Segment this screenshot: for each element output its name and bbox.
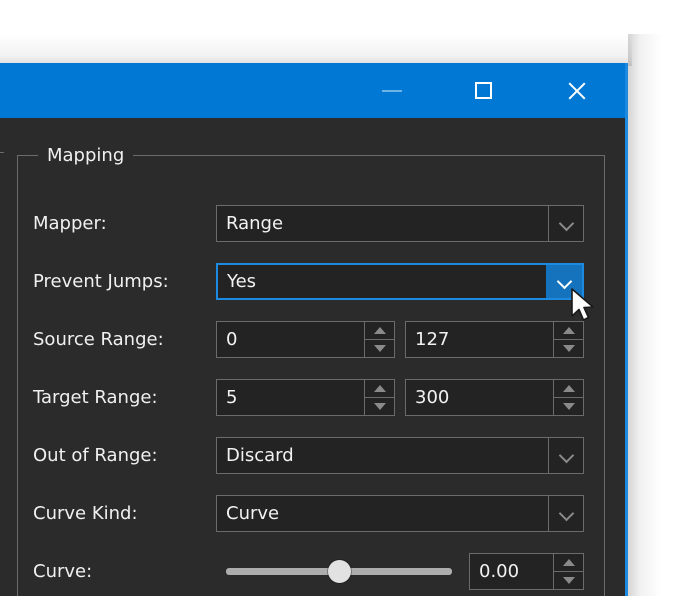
prevent-jumps-combobox-value: Yes [227, 271, 257, 292]
title-bar[interactable] [0, 63, 625, 118]
target-range-max-increment[interactable] [554, 380, 583, 398]
curve-kind-combobox-arrow[interactable] [548, 496, 583, 531]
curve-value: 0.00 [479, 561, 520, 582]
minimize-icon [381, 89, 402, 92]
target-range-min-increment[interactable] [365, 380, 394, 398]
label-source-range: Source Range: [33, 329, 164, 350]
mapper-combobox-value: Range [226, 213, 284, 234]
maximize-button[interactable] [460, 63, 507, 118]
triangle-up-icon [562, 327, 575, 334]
curve-kind-combobox[interactable]: Curve [216, 495, 584, 532]
out-of-range-combobox-arrow[interactable] [548, 438, 583, 473]
curve-spinner[interactable]: 0.00 [469, 553, 584, 590]
triangle-down-icon [373, 403, 386, 410]
curve-slider-handle[interactable] [327, 560, 351, 583]
target-range-max-spinner[interactable]: 300 [405, 379, 584, 416]
row-source-range: Source Range: 0 127 [0, 318, 625, 361]
out-of-range-combobox[interactable]: Discard [216, 437, 584, 474]
minimize-button[interactable] [368, 63, 415, 118]
close-button[interactable] [553, 63, 600, 118]
source-range-max-decrement[interactable] [554, 340, 583, 357]
triangle-up-icon [373, 327, 386, 334]
source-range-max-spin-buttons [553, 322, 583, 357]
curve-decrement[interactable] [554, 572, 583, 589]
dialog-client-area: Mapping Mapper: Range Prevent Jumps: Yes [0, 118, 625, 596]
triangle-down-icon [562, 577, 575, 584]
chevron-down-icon [560, 507, 573, 520]
row-prevent-jumps: Prevent Jumps: Yes [0, 260, 625, 303]
source-range-min-increment[interactable] [365, 322, 394, 340]
target-range-min-spin-buttons [364, 380, 394, 415]
triangle-up-icon [373, 385, 386, 392]
mapping-groupbox-legend: Mapping [38, 145, 134, 167]
chevron-down-icon [560, 449, 573, 462]
curve-slider[interactable] [226, 550, 452, 593]
mapper-combobox[interactable]: Range [216, 205, 584, 242]
mapper-combobox-arrow[interactable] [548, 206, 583, 241]
target-range-max-spin-buttons [553, 380, 583, 415]
curve-spin-buttons [553, 554, 583, 589]
target-range-min-value: 5 [226, 387, 238, 408]
row-curve-kind: Curve Kind: Curve [0, 492, 625, 535]
source-range-max-spinner[interactable]: 127 [405, 321, 584, 358]
triangle-down-icon [562, 403, 575, 410]
chevron-down-icon [558, 275, 571, 288]
close-icon [566, 80, 588, 102]
triangle-down-icon [373, 345, 386, 352]
source-range-min-value: 0 [226, 329, 238, 350]
maximize-icon [475, 82, 492, 99]
source-range-min-decrement[interactable] [365, 340, 394, 357]
label-curve-kind: Curve Kind: [33, 503, 138, 524]
out-of-range-combobox-value: Discard [226, 445, 294, 466]
curve-kind-combobox-value: Curve [226, 503, 280, 524]
target-range-min-spinner[interactable]: 5 [216, 379, 395, 416]
row-out-of-range: Out of Range: Discard [0, 434, 625, 477]
row-mapper: Mapper: Range [0, 202, 625, 245]
source-range-max-increment[interactable] [554, 322, 583, 340]
source-range-max-value: 127 [415, 329, 450, 350]
target-range-max-value: 300 [415, 387, 450, 408]
chevron-down-icon [560, 217, 573, 230]
target-range-min-decrement[interactable] [365, 398, 394, 415]
row-curve: Curve: 0.00 [0, 550, 625, 593]
triangle-down-icon [562, 345, 575, 352]
triangle-up-icon [562, 385, 575, 392]
label-curve: Curve: [33, 561, 93, 582]
source-range-min-spinner[interactable]: 0 [216, 321, 395, 358]
label-prevent-jumps: Prevent Jumps: [33, 271, 169, 292]
triangle-up-icon [562, 559, 575, 566]
label-mapper: Mapper: [33, 213, 107, 234]
mapping-groupbox-legend-text: Mapping [47, 145, 125, 166]
prevent-jumps-combobox[interactable]: Yes [216, 263, 584, 300]
row-target-range: Target Range: 5 300 [0, 376, 625, 419]
prevent-jumps-combobox-arrow[interactable] [546, 265, 582, 298]
curve-increment[interactable] [554, 554, 583, 572]
label-out-of-range: Out of Range: [33, 445, 158, 466]
target-range-max-decrement[interactable] [554, 398, 583, 415]
mapping-dialog-window: Mapping Mapper: Range Prevent Jumps: Yes [0, 63, 628, 596]
source-range-min-spin-buttons [364, 322, 394, 357]
label-target-range: Target Range: [33, 387, 158, 408]
